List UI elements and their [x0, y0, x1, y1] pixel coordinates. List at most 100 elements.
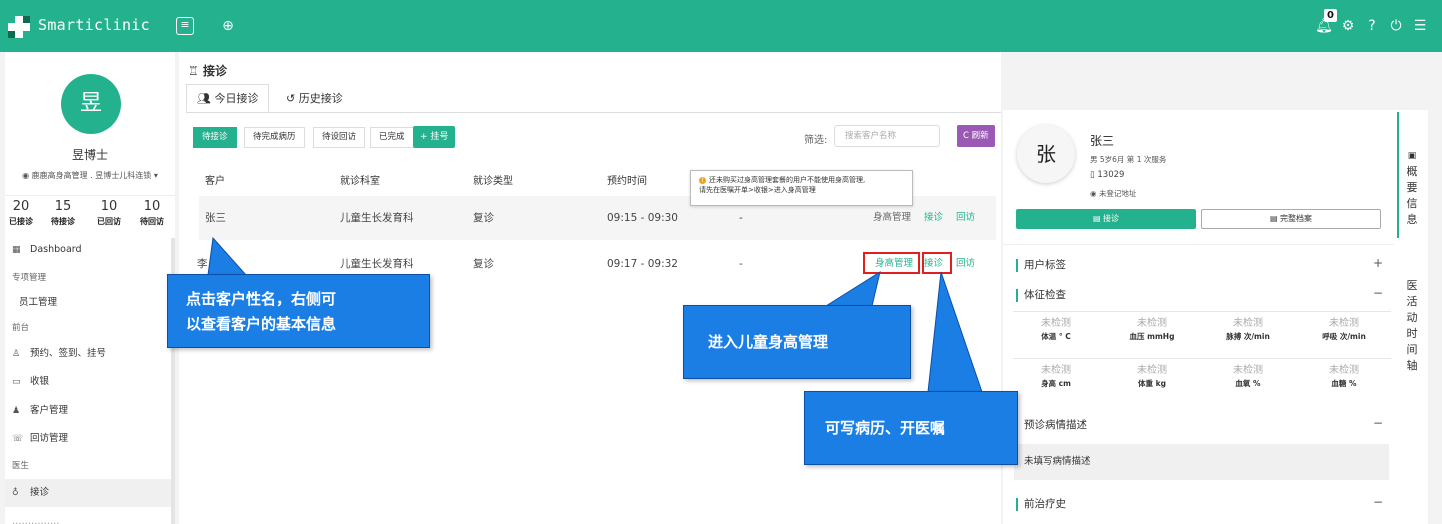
nav-staff[interactable]: 员工管理: [5, 289, 171, 317]
stat-followed[interactable]: 10 已回访: [89, 198, 129, 228]
grid-icon: ▦: [12, 245, 21, 255]
tab-today[interactable]: 👥︎ 今日接诊: [186, 84, 270, 112]
vital-value: 未检测: [1137, 318, 1167, 329]
customer-detail-panel: 张 张三 男 5岁6月 第 1 次服务 ▯ 13029 ◉ 未登记地址 ▤ 接诊…: [1003, 110, 1399, 524]
history-icon: ↺: [286, 92, 299, 105]
cell-type: 复诊: [473, 212, 494, 224]
filter-waiting[interactable]: 待接诊: [193, 127, 237, 148]
stat-value: 10: [100, 199, 118, 214]
callout-customer-info: 点击客户性名，右侧可 以查看客户的基本信息: [167, 274, 430, 348]
gear-icon[interactable]: ⚙: [1338, 16, 1358, 36]
overview-tab[interactable]: ▣ 概 要 信 息: [1404, 148, 1420, 228]
nav-label: 接诊: [30, 487, 50, 498]
customer-meta: 男 5岁6月 第 1 次服务: [1090, 155, 1167, 164]
collapse-icon[interactable]: −: [1373, 286, 1383, 300]
nav-customer[interactable]: ♟ 客户管理: [5, 397, 171, 425]
vital-label: 呼吸 次/min: [1322, 332, 1366, 341]
callout-text: 可写病历、开医嘱: [825, 419, 946, 437]
sidebar: 昱 昱博士 ◉ 鹿鹿高身高管理 . 昱博士儿科连锁 ▾ 20 已接诊 15 待接…: [5, 52, 175, 524]
nav-followup[interactable]: ☏ 回访管理: [5, 425, 171, 453]
nav-reception[interactable]: ♁ 接诊: [5, 479, 171, 507]
section-pre-description: 预诊病情描述: [1016, 419, 1087, 432]
cash-icon: ▭: [12, 377, 21, 387]
tab-char: 要: [1406, 181, 1418, 194]
stat-value: 15: [54, 199, 72, 214]
filter-done[interactable]: 已完成: [370, 127, 414, 148]
followup-link[interactable]: 回访: [956, 242, 975, 286]
vital-value: 未检测: [1041, 365, 1071, 376]
customer-avatar: 张: [1017, 125, 1075, 183]
refresh-button[interactable]: C 刷新: [957, 125, 995, 147]
caret-down-icon: ▾: [153, 171, 158, 180]
cell-time: 09:15 - 09:30: [607, 212, 678, 224]
reception-button[interactable]: ▤ 接诊: [1016, 209, 1196, 229]
page-title-text: 接诊: [202, 64, 227, 78]
vital-value: 未检测: [1329, 365, 1359, 376]
vital-weight: 未检测 体重 kg: [1107, 364, 1197, 389]
filter-label: 筛选:: [804, 135, 828, 146]
menu-toggle-icon[interactable]: ≡: [176, 17, 194, 35]
warning-icon: !: [699, 177, 706, 184]
power-icon[interactable]: ⏻: [1386, 16, 1406, 36]
add-circle-icon[interactable]: ⊕: [218, 16, 238, 36]
search-input[interactable]: [834, 125, 940, 147]
callout-height-mgmt: 进入儿童身高管理: [683, 305, 911, 379]
collapse-icon[interactable]: −: [1373, 495, 1383, 509]
cell-time: 09:17 - 09:32: [607, 258, 678, 270]
col-dept: 就诊科室: [340, 176, 380, 187]
description-note: 未填写病情描述: [1014, 444, 1389, 480]
timeline-tab[interactable]: 医 活 动 时 间 轴: [1404, 278, 1420, 374]
cell-dept: 儿童生长发育科: [340, 212, 414, 224]
tab-label: 今日接诊: [214, 92, 259, 105]
stat-to-follow[interactable]: 10 待回访: [132, 198, 172, 228]
top-bar: Smarticlinic ≡ ⊕ 🔔︎ 0 ⚙ ? ⏻ ☰: [0, 0, 1442, 52]
nav-group-special: 专项管理: [12, 273, 47, 283]
vital-glucose: 未检测 血糖 %: [1299, 364, 1389, 389]
reception-link[interactable]: 接诊: [924, 196, 943, 240]
cell-extra: -: [739, 258, 743, 270]
stat-waiting[interactable]: 15 待接诊: [43, 198, 83, 228]
notification-badge: 0: [1324, 9, 1337, 22]
expand-icon[interactable]: +: [1373, 256, 1383, 270]
help-icon[interactable]: ?: [1362, 16, 1382, 36]
stats-bar: 20 已接诊 15 待接诊 10 已回访 10 待回访: [5, 195, 175, 235]
nav-next-item[interactable]: ……………: [5, 508, 171, 524]
nav-appointment[interactable]: ♙ 预约、签到、挂号: [5, 340, 171, 368]
users-icon: ♟: [12, 406, 21, 416]
users-icon: 👥︎: [197, 92, 215, 105]
cell-customer[interactable]: 张三: [205, 196, 226, 240]
section-tags: 用户标签: [1016, 259, 1066, 272]
stat-received[interactable]: 20 已接诊: [1, 198, 41, 228]
vital-label: 体温 ° C: [1041, 332, 1071, 341]
customer-name: 张三: [1090, 134, 1115, 148]
vital-temperature: 未检测 体温 ° C: [1011, 317, 1101, 342]
vital-respiration: 未检测 呼吸 次/min: [1299, 317, 1389, 342]
tab-char: 信: [1406, 197, 1418, 210]
callout-text: 进入儿童身高管理: [708, 333, 829, 351]
location-icon: ◉: [1090, 189, 1099, 198]
section-prior-treatment: 前治疗史: [1016, 498, 1066, 511]
tab-char: 活: [1406, 295, 1418, 308]
nav-cashier[interactable]: ▭ 收银: [5, 368, 171, 396]
nav-label: Dashboard: [30, 244, 82, 255]
org-selector[interactable]: ◉ 鹿鹿高身高管理 . 昱博士儿科连锁 ▾: [5, 170, 175, 181]
nav-dashboard[interactable]: ▦ Dashboard: [5, 236, 171, 264]
vital-value: 未检测: [1233, 365, 1263, 376]
person-desk-icon: ♙: [12, 349, 21, 359]
filter-pending-record[interactable]: 待完成病历: [244, 127, 305, 148]
filter-pending-followup[interactable]: 待设回访: [313, 127, 366, 148]
card-icon: ▣: [1407, 151, 1417, 161]
nav-group-front: 前台: [12, 323, 30, 333]
tab-history[interactable]: ↺ 历史接诊: [275, 84, 354, 112]
full-archive-button[interactable]: ▤ 完整档案: [1201, 209, 1381, 229]
add-registration-button[interactable]: + 挂号: [413, 126, 456, 148]
phone-icon: ☏: [12, 434, 24, 444]
divider: [1013, 358, 1391, 359]
followup-link[interactable]: 回访: [956, 196, 975, 240]
stat-label: 待回访: [140, 217, 164, 226]
collapse-icon[interactable]: −: [1373, 416, 1383, 430]
nav-label: 客户管理: [30, 405, 69, 416]
callout-text: 点击客户性名，右侧可: [186, 290, 337, 308]
list-icon[interactable]: ☰: [1410, 16, 1430, 36]
highlight-height-mgmt: [863, 252, 920, 274]
